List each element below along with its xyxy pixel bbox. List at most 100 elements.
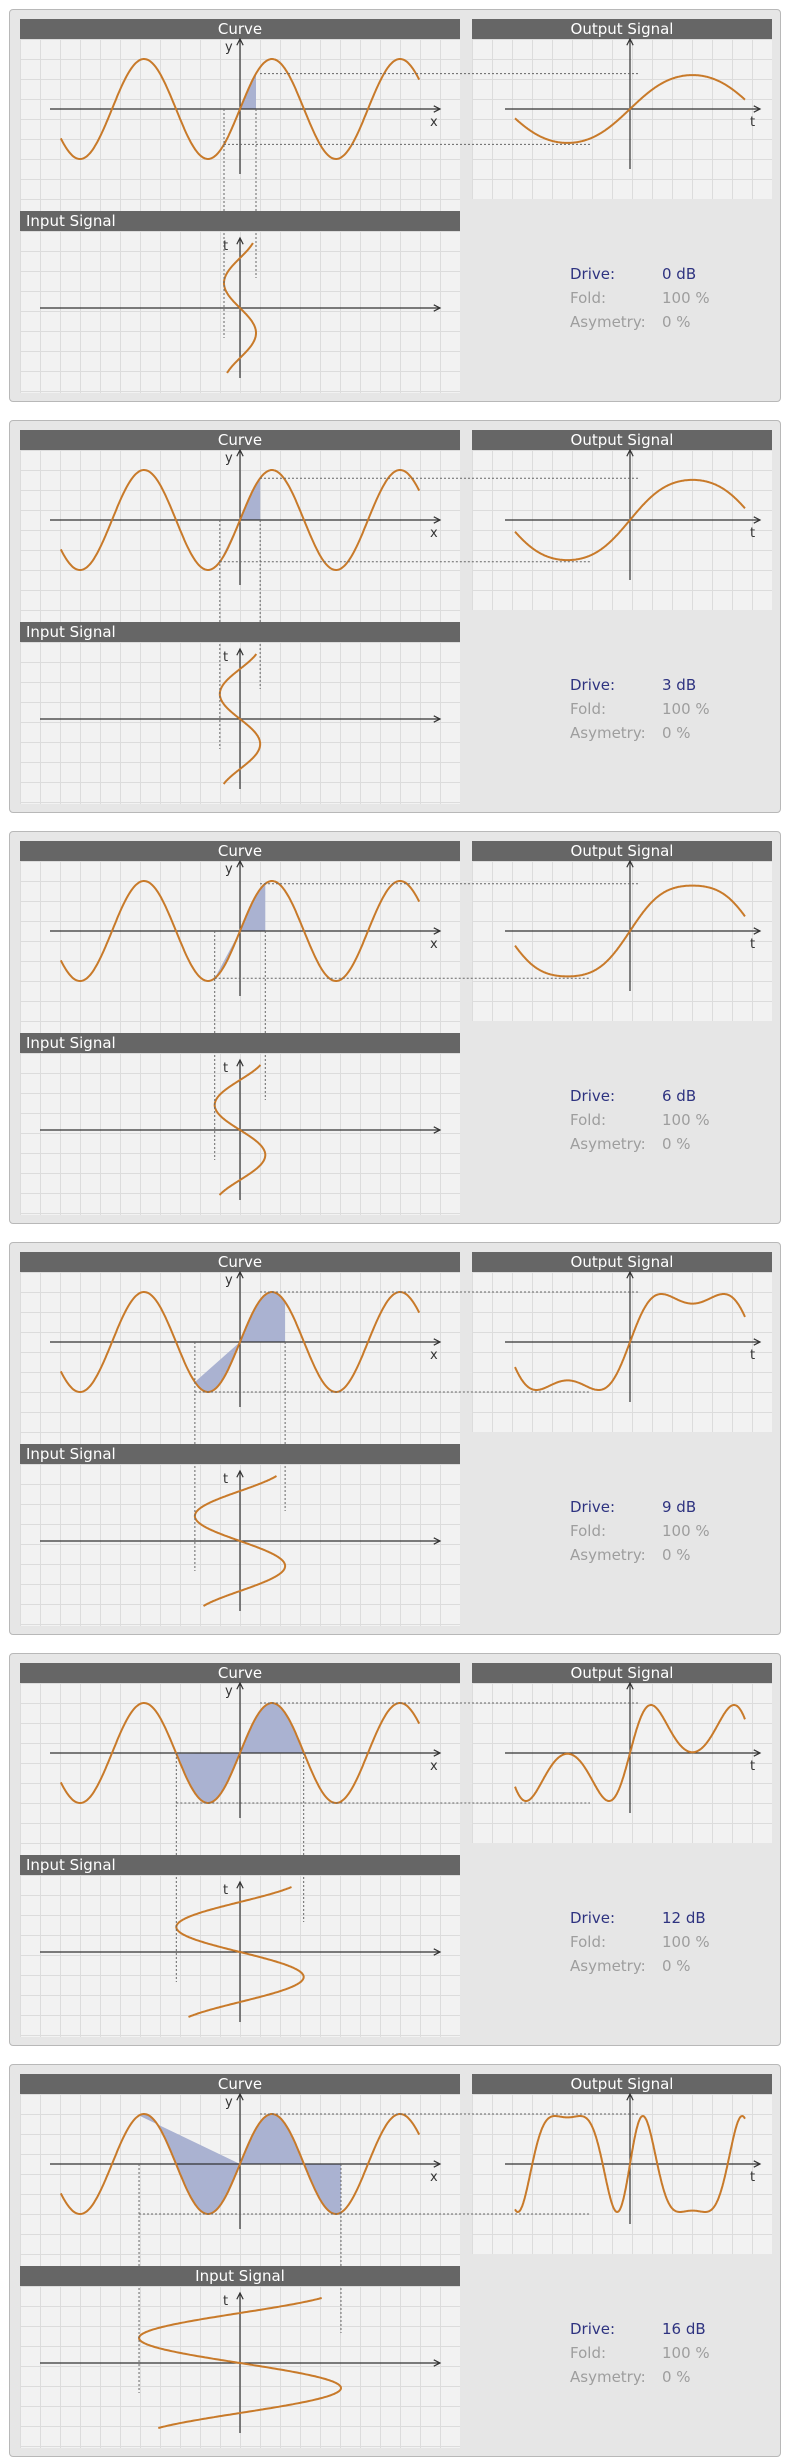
drive-label: Drive: bbox=[570, 676, 616, 694]
drive-value: 0 dB bbox=[662, 265, 697, 283]
input-signal-plot-grid bbox=[20, 642, 460, 804]
asymmetry-label: Asymetry: bbox=[570, 1957, 646, 1975]
parameter-readout: Drive: 16 dB Fold: 100 % Asymetry: 0 % bbox=[570, 2317, 770, 2389]
asymmetry-label: Asymetry: bbox=[570, 2368, 646, 2386]
output-signal-plot-grid bbox=[472, 1272, 772, 1432]
input-signal-plot-header: Input Signal bbox=[20, 622, 460, 642]
fold-value: 100 % bbox=[662, 1522, 710, 1540]
parameter-readout: Drive: 0 dB Fold: 100 % Asymetry: 0 % bbox=[570, 262, 770, 334]
asymmetry-row: Asymetry: 0 % bbox=[570, 721, 770, 745]
panel-drive-5: Curve Output Signal Input Signal Drive: 16 d… bbox=[9, 2064, 781, 2457]
drive-label: Drive: bbox=[570, 1909, 616, 1927]
drive-row: Drive: 3 dB bbox=[570, 673, 770, 697]
fold-row: Fold: 100 % bbox=[570, 697, 770, 721]
panel-drive-4: Curve Output Signal Input Signal Drive: 12 d… bbox=[9, 1653, 781, 2046]
asymmetry-value: 0 % bbox=[662, 2368, 691, 2386]
curve-plot: Curve bbox=[20, 841, 460, 1033]
output-signal-plot-grid bbox=[472, 2094, 772, 2254]
curve-plot-grid bbox=[20, 1272, 460, 1444]
output-signal-plot: Output Signal bbox=[472, 1663, 772, 1843]
output-signal-plot: Output Signal bbox=[472, 19, 772, 199]
output-signal-plot-grid bbox=[472, 450, 772, 610]
output-signal-plot-header: Output Signal bbox=[472, 841, 772, 861]
asymmetry-row: Asymetry: 0 % bbox=[570, 1954, 770, 1978]
drive-label: Drive: bbox=[570, 1498, 616, 1516]
curve-plot-grid bbox=[20, 2094, 460, 2266]
input-signal-plot: Input Signal bbox=[20, 1855, 460, 2037]
curve-plot: Curve bbox=[20, 1663, 460, 1855]
fold-label: Fold: bbox=[570, 2344, 607, 2362]
asymmetry-value: 0 % bbox=[662, 1135, 691, 1153]
input-signal-plot-grid bbox=[20, 1053, 460, 1215]
input-signal-plot-header: Input Signal bbox=[20, 2266, 460, 2286]
fold-value: 100 % bbox=[662, 1111, 710, 1129]
panel-drive-2: Curve Output Signal Input Signal Drive: 6 dB… bbox=[9, 831, 781, 1224]
curve-plot-header: Curve bbox=[20, 2074, 460, 2094]
asymmetry-label: Asymetry: bbox=[570, 313, 646, 331]
curve-plot-header: Curve bbox=[20, 430, 460, 450]
input-signal-plot-header: Input Signal bbox=[20, 1855, 460, 1875]
curve-plot-header: Curve bbox=[20, 841, 460, 861]
fold-value: 100 % bbox=[662, 289, 710, 307]
asymmetry-value: 0 % bbox=[662, 313, 691, 331]
input-signal-plot: Input Signal bbox=[20, 1033, 460, 1215]
asymmetry-label: Asymetry: bbox=[570, 1135, 646, 1153]
parameter-readout: Drive: 6 dB Fold: 100 % Asymetry: 0 % bbox=[570, 1084, 770, 1156]
output-signal-plot-grid bbox=[472, 861, 772, 1021]
fold-label: Fold: bbox=[570, 700, 607, 718]
curve-plot: Curve bbox=[20, 19, 460, 211]
curve-plot-grid bbox=[20, 861, 460, 1033]
panel-drive-0: Curve Output Signal Input Signal Drive: 0 dB… bbox=[9, 9, 781, 402]
drive-row: Drive: 16 dB bbox=[570, 2317, 770, 2341]
output-signal-plot-header: Output Signal bbox=[472, 1663, 772, 1683]
drive-value: 6 dB bbox=[662, 1087, 697, 1105]
curve-plot: Curve bbox=[20, 2074, 460, 2266]
input-signal-plot: Input Signal bbox=[20, 1444, 460, 1626]
panel-drive-1: Curve Output Signal Input Signal Drive: 3 dB… bbox=[9, 420, 781, 813]
curve-plot-grid bbox=[20, 1683, 460, 1855]
input-signal-plot-header: Input Signal bbox=[20, 1444, 460, 1464]
output-signal-plot: Output Signal bbox=[472, 2074, 772, 2254]
curve-plot: Curve bbox=[20, 1252, 460, 1444]
output-signal-plot-grid bbox=[472, 39, 772, 199]
parameter-readout: Drive: 9 dB Fold: 100 % Asymetry: 0 % bbox=[570, 1495, 770, 1567]
input-signal-plot-grid bbox=[20, 2286, 460, 2448]
asymmetry-value: 0 % bbox=[662, 1546, 691, 1564]
output-signal-plot: Output Signal bbox=[472, 430, 772, 610]
fold-value: 100 % bbox=[662, 700, 710, 718]
drive-row: Drive: 6 dB bbox=[570, 1084, 770, 1108]
fold-row: Fold: 100 % bbox=[570, 286, 770, 310]
asymmetry-label: Asymetry: bbox=[570, 1546, 646, 1564]
wavefolder-diagram: Curve Output Signal Input Signal Drive: 0 dB… bbox=[0, 0, 790, 2460]
asymmetry-row: Asymetry: 0 % bbox=[570, 310, 770, 334]
input-signal-plot-grid bbox=[20, 231, 460, 393]
drive-label: Drive: bbox=[570, 265, 616, 283]
curve-plot-header: Curve bbox=[20, 1252, 460, 1272]
drive-value: 9 dB bbox=[662, 1498, 697, 1516]
output-signal-plot-grid bbox=[472, 1683, 772, 1843]
input-signal-plot-header: Input Signal bbox=[20, 1033, 460, 1053]
asymmetry-row: Asymetry: 0 % bbox=[570, 1132, 770, 1156]
drive-value: 12 dB bbox=[662, 1909, 706, 1927]
fold-label: Fold: bbox=[570, 1111, 607, 1129]
output-signal-plot: Output Signal bbox=[472, 1252, 772, 1432]
fold-value: 100 % bbox=[662, 1933, 710, 1951]
input-signal-plot-grid bbox=[20, 1875, 460, 2037]
fold-row: Fold: 100 % bbox=[570, 1930, 770, 1954]
asymmetry-row: Asymetry: 0 % bbox=[570, 1543, 770, 1567]
parameter-readout: Drive: 3 dB Fold: 100 % Asymetry: 0 % bbox=[570, 673, 770, 745]
panel-drive-3: Curve Output Signal Input Signal Drive: 9 dB… bbox=[9, 1242, 781, 1635]
input-signal-plot-grid bbox=[20, 1464, 460, 1626]
drive-label: Drive: bbox=[570, 1087, 616, 1105]
output-signal-plot-header: Output Signal bbox=[472, 1252, 772, 1272]
output-signal-plot-header: Output Signal bbox=[472, 430, 772, 450]
curve-plot-header: Curve bbox=[20, 19, 460, 39]
curve-plot-grid bbox=[20, 450, 460, 622]
asymmetry-value: 0 % bbox=[662, 724, 691, 742]
input-signal-plot: Input Signal bbox=[20, 622, 460, 804]
input-signal-plot: Input Signal bbox=[20, 211, 460, 393]
output-signal-plot: Output Signal bbox=[472, 841, 772, 1021]
fold-label: Fold: bbox=[570, 1933, 607, 1951]
curve-plot: Curve bbox=[20, 430, 460, 622]
asymmetry-value: 0 % bbox=[662, 1957, 691, 1975]
